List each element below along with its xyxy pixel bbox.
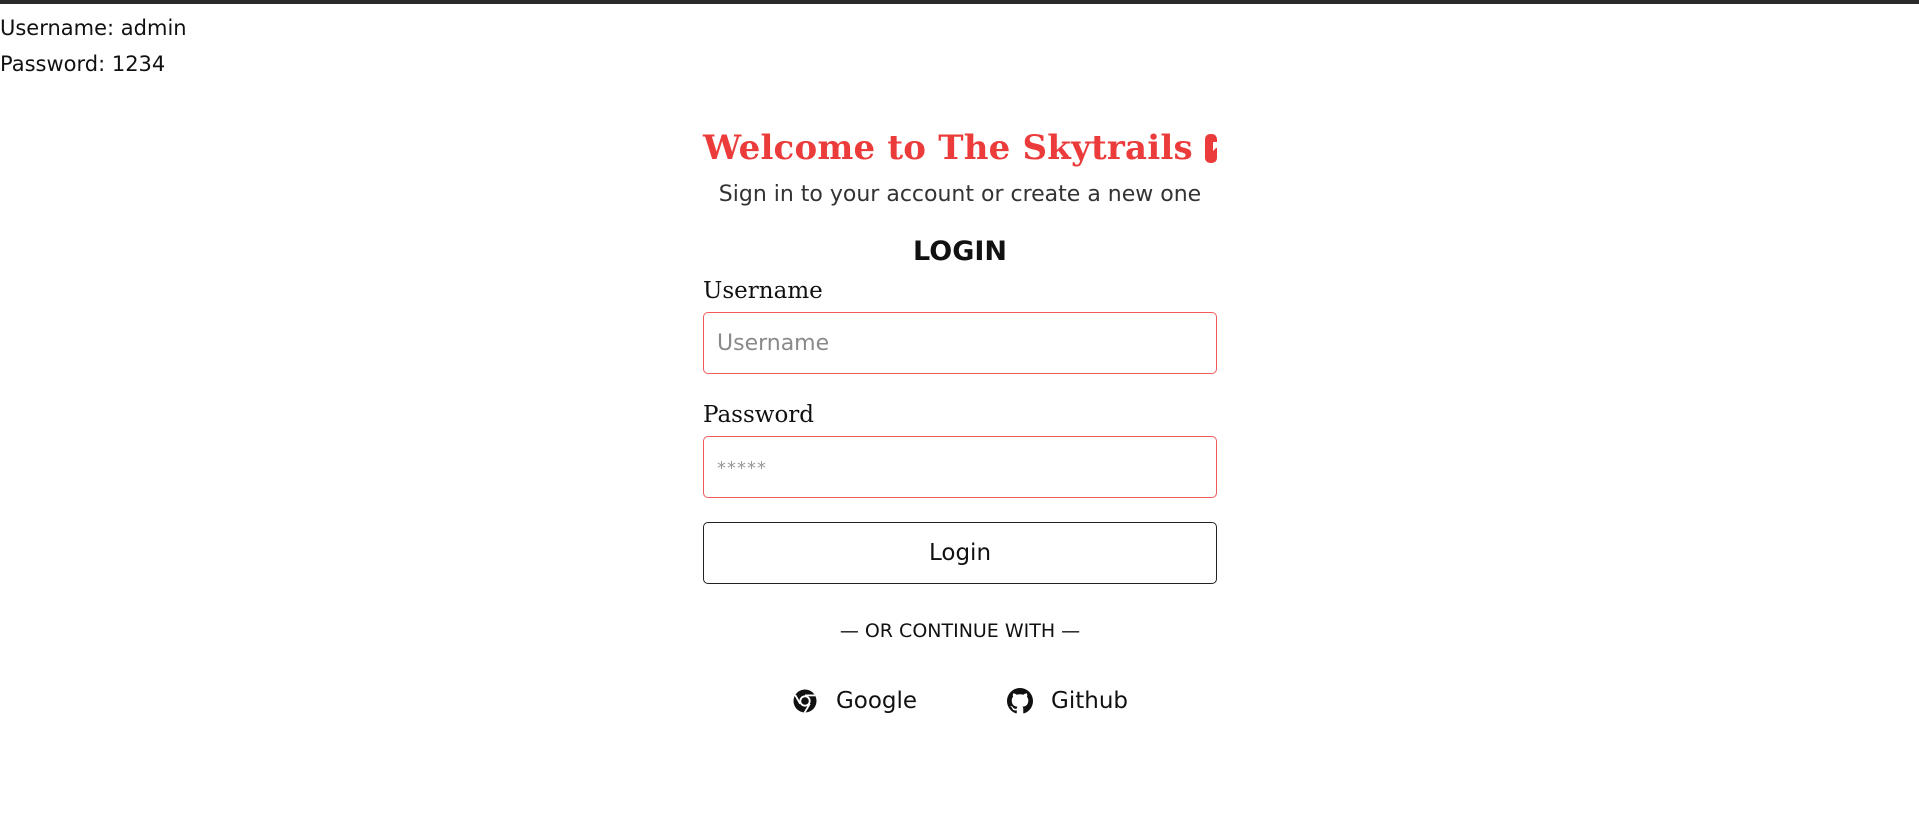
top-border bbox=[0, 0, 1919, 4]
credentials-hint: Username: admin Password: 1234 bbox=[0, 10, 187, 82]
password-label: Password bbox=[703, 402, 815, 428]
continue-with-divider: — OR CONTINUE WITH — bbox=[839, 620, 1081, 642]
github-login-button[interactable]: Github bbox=[1007, 688, 1128, 714]
login-heading: LOGIN bbox=[913, 236, 1007, 267]
github-label: Github bbox=[1051, 688, 1129, 714]
login-button[interactable]: Login bbox=[703, 522, 1217, 584]
chrome-icon bbox=[792, 688, 818, 714]
username-hint: Username: admin bbox=[0, 16, 187, 40]
password-input[interactable] bbox=[703, 436, 1217, 498]
page-subtitle: Sign in to your account or create a new … bbox=[718, 182, 1202, 207]
page-title: Welcome to The Skytrails bbox=[703, 128, 1193, 168]
username-label: Username bbox=[703, 278, 823, 304]
google-label: Google bbox=[835, 688, 918, 714]
github-icon bbox=[1007, 688, 1034, 714]
password-hint: Password: 1234 bbox=[0, 52, 166, 76]
login-card: Welcome to The Skytrails Sign in to your… bbox=[703, 122, 1228, 718]
title-row: Welcome to The Skytrails bbox=[703, 122, 1228, 174]
arrow-square-icon bbox=[1204, 133, 1228, 163]
social-login-row: Google Github bbox=[703, 684, 1217, 718]
google-login-button[interactable]: Google bbox=[792, 688, 917, 714]
username-input[interactable] bbox=[703, 312, 1217, 374]
